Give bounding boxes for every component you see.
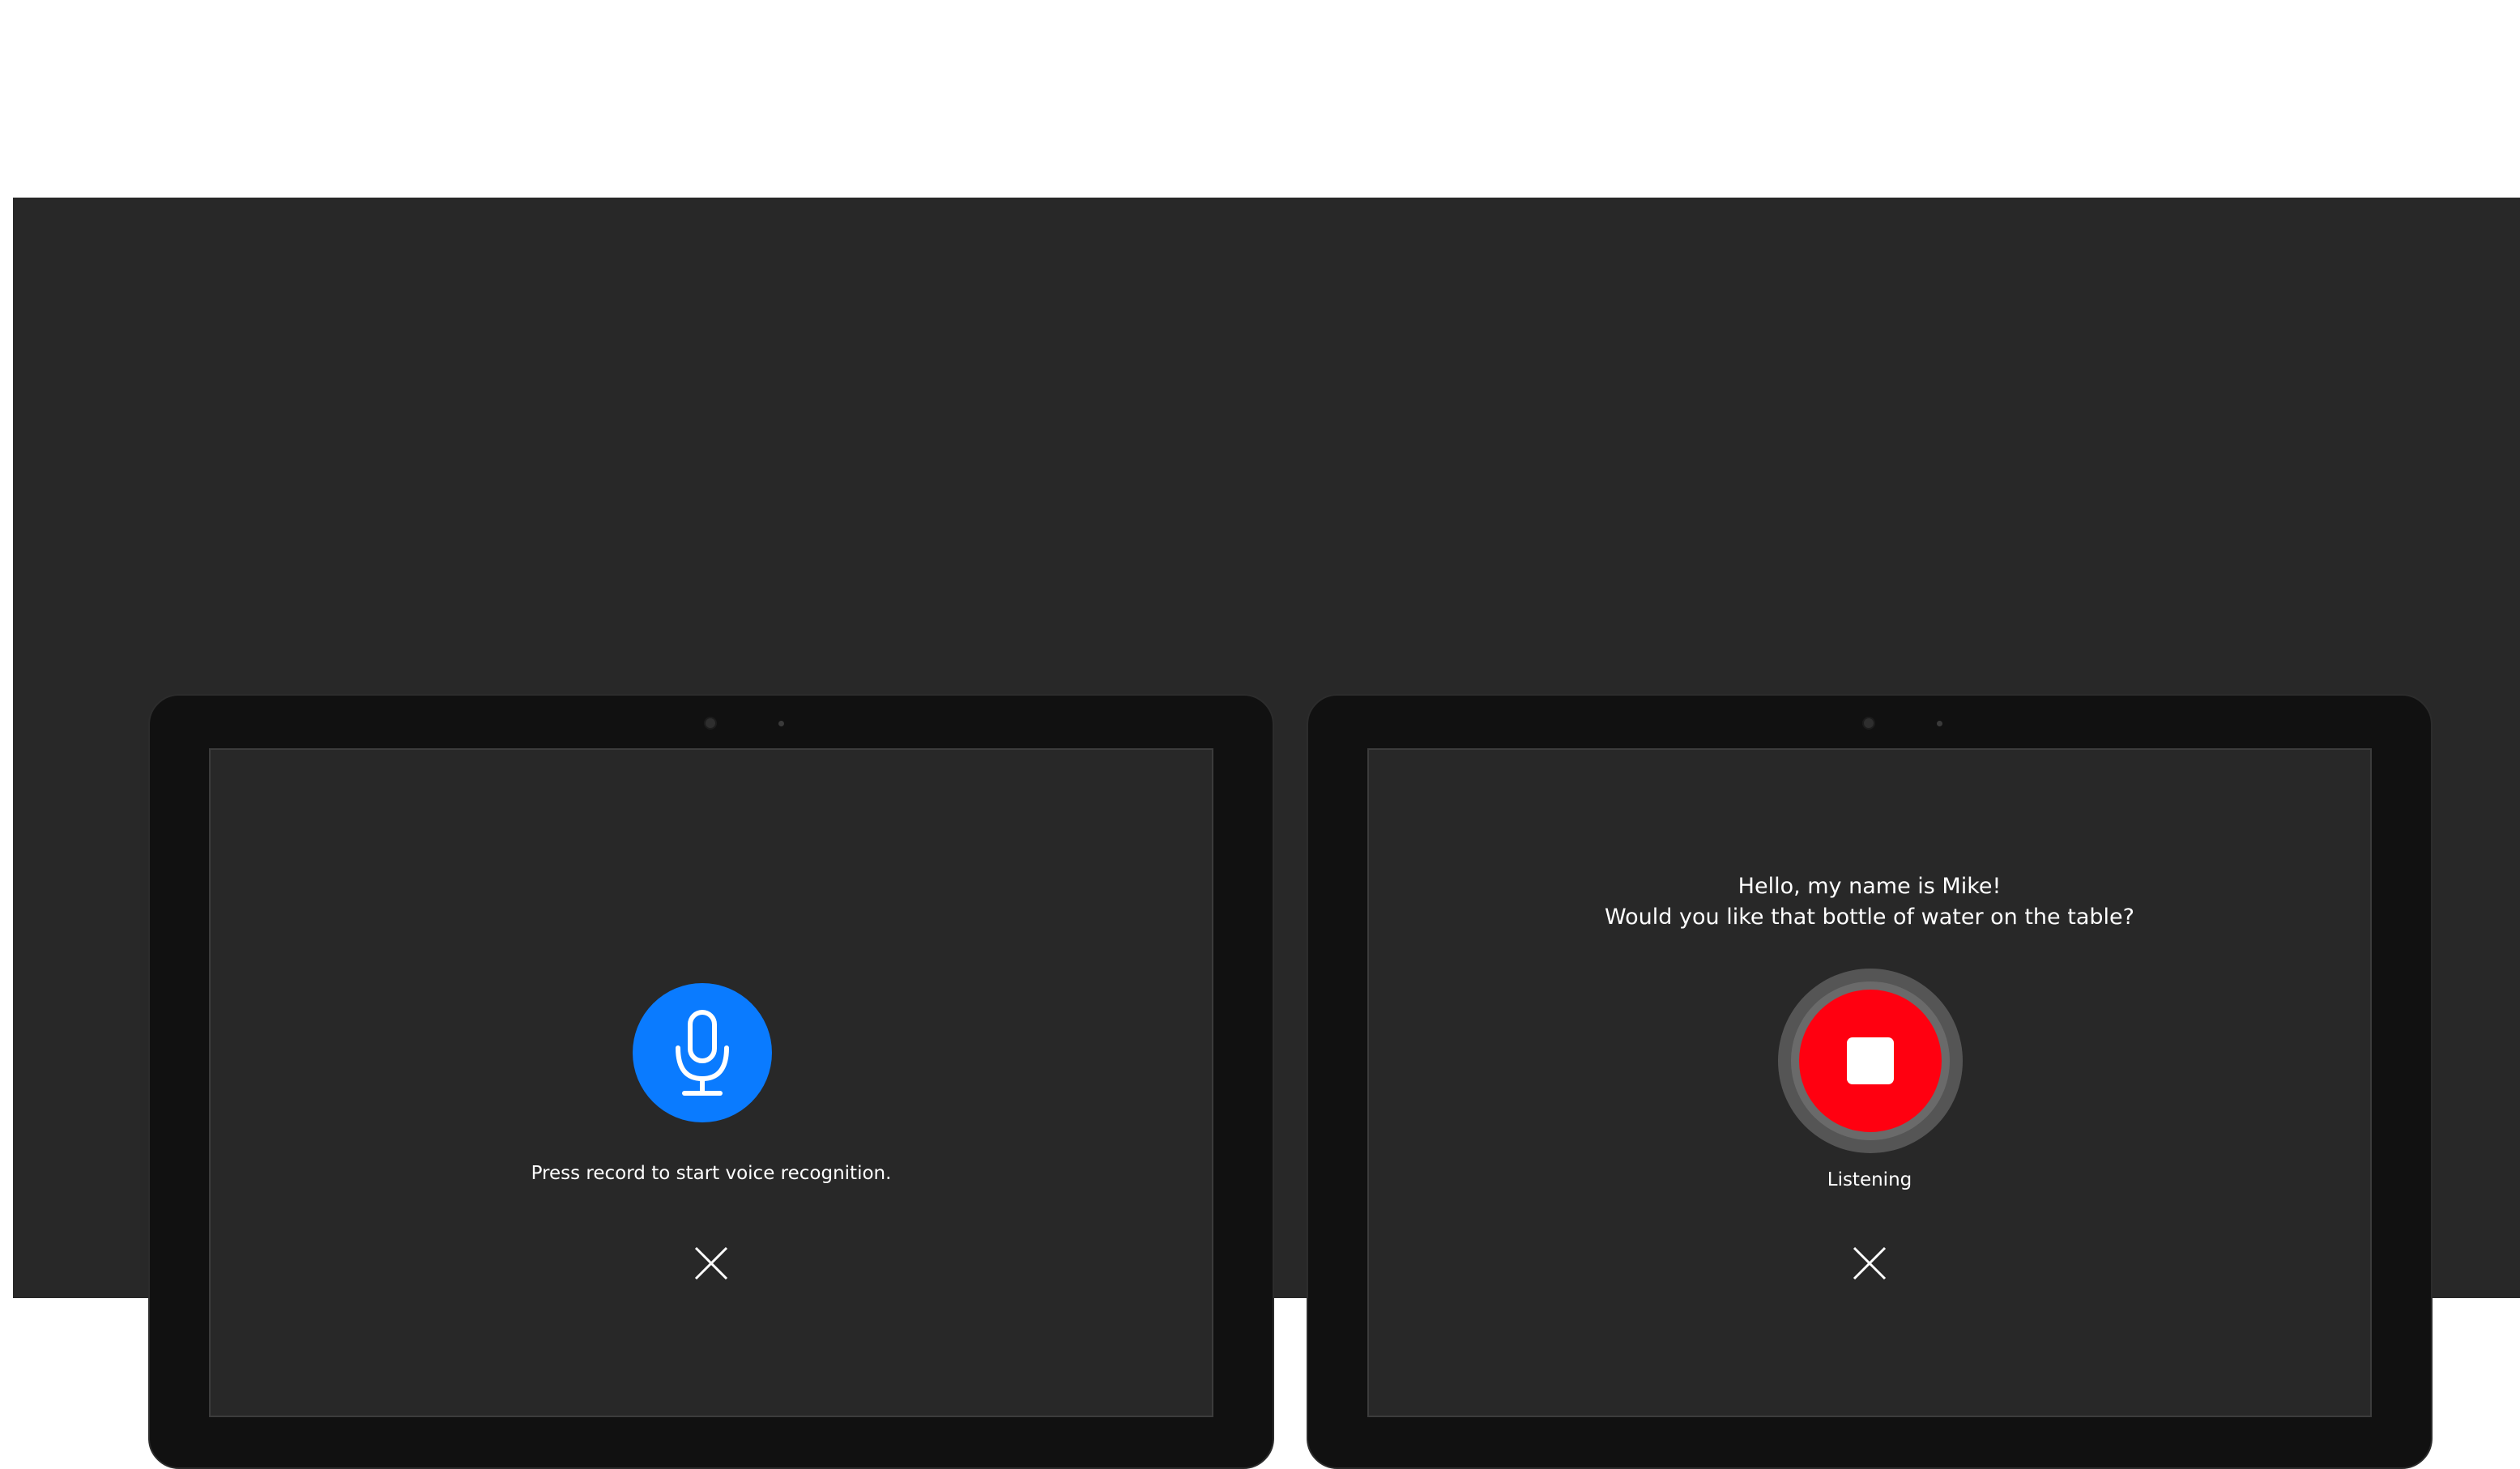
front-camera [1862,717,1875,730]
light-sensor [778,721,784,726]
record-button[interactable] [633,983,772,1122]
transcript-line: Hello, my name is Mike! [1738,874,2002,899]
stop-recording-button[interactable] [1799,990,1942,1132]
instruction-text: Press record to start voice recognition. [531,1163,892,1184]
showcase-background: Press record to start voice recognition.… [13,198,2520,1469]
transcript-line: Would you like that bottle of water on t… [1605,905,2134,930]
close-button[interactable] [1850,1244,1889,1283]
tablet-idle: Press record to start voice recognition. [148,694,1274,1469]
tablet-screen: Hello, my name is Mike! Would you like t… [1367,748,2372,1417]
microphone-icon [676,1010,729,1096]
close-icon [694,1246,728,1280]
transcript-text: Hello, my name is Mike! Would you like t… [1369,871,2370,933]
tablet-screen: Press record to start voice recognition. [209,748,1213,1417]
close-button[interactable] [692,1244,731,1283]
close-icon [1853,1246,1887,1280]
tablet-listening: Hello, my name is Mike! Would you like t… [1307,694,2433,1469]
front-camera [704,717,717,730]
listening-status: Listening [1827,1169,1912,1190]
light-sensor [1937,721,1942,726]
stop-icon [1847,1037,1894,1084]
